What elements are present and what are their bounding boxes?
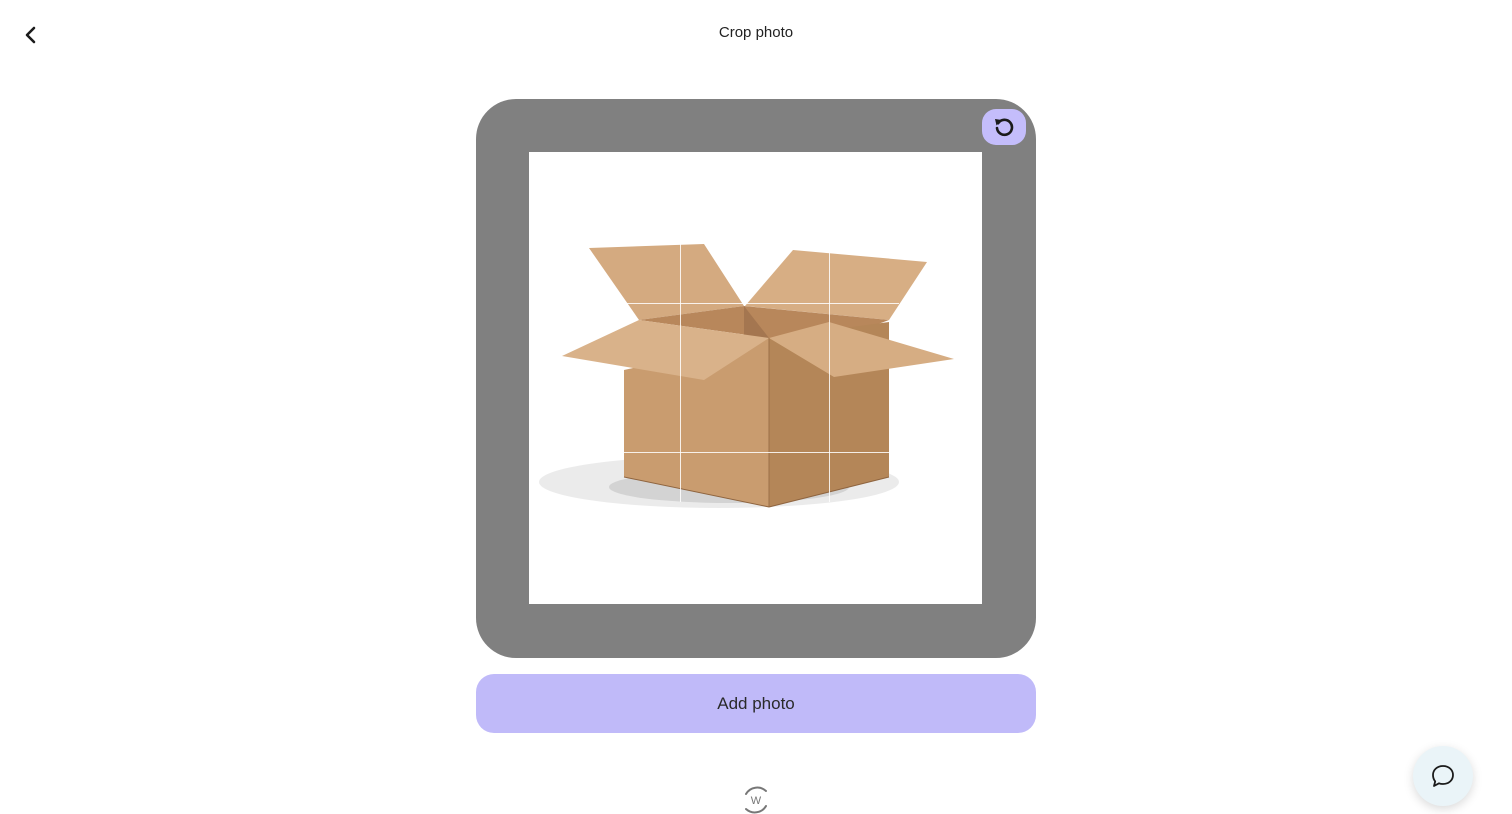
crop-area[interactable] [529,152,982,604]
cardboard-box-image [539,244,954,508]
crop-grid-line-v2 [829,244,830,502]
crop-frame [476,99,1036,658]
rotate-ccw-icon [995,118,1014,137]
reset-crop-button[interactable] [982,109,1026,145]
crop-grid-line-v1 [680,244,681,502]
page-title: Crop photo [718,24,794,41]
chat-bubble-icon [1432,765,1454,787]
wix-refresh-logo-icon: W [745,786,767,814]
crop-grid-line-h2 [624,452,889,453]
wix-logo-letter: W [751,795,762,807]
add-photo-button[interactable]: Add photo [476,674,1036,733]
crop-photo-page: Crop photo Add photo W [0,0,1512,814]
crop-grid-line-h1 [599,303,899,304]
chat-button[interactable] [1413,746,1473,806]
